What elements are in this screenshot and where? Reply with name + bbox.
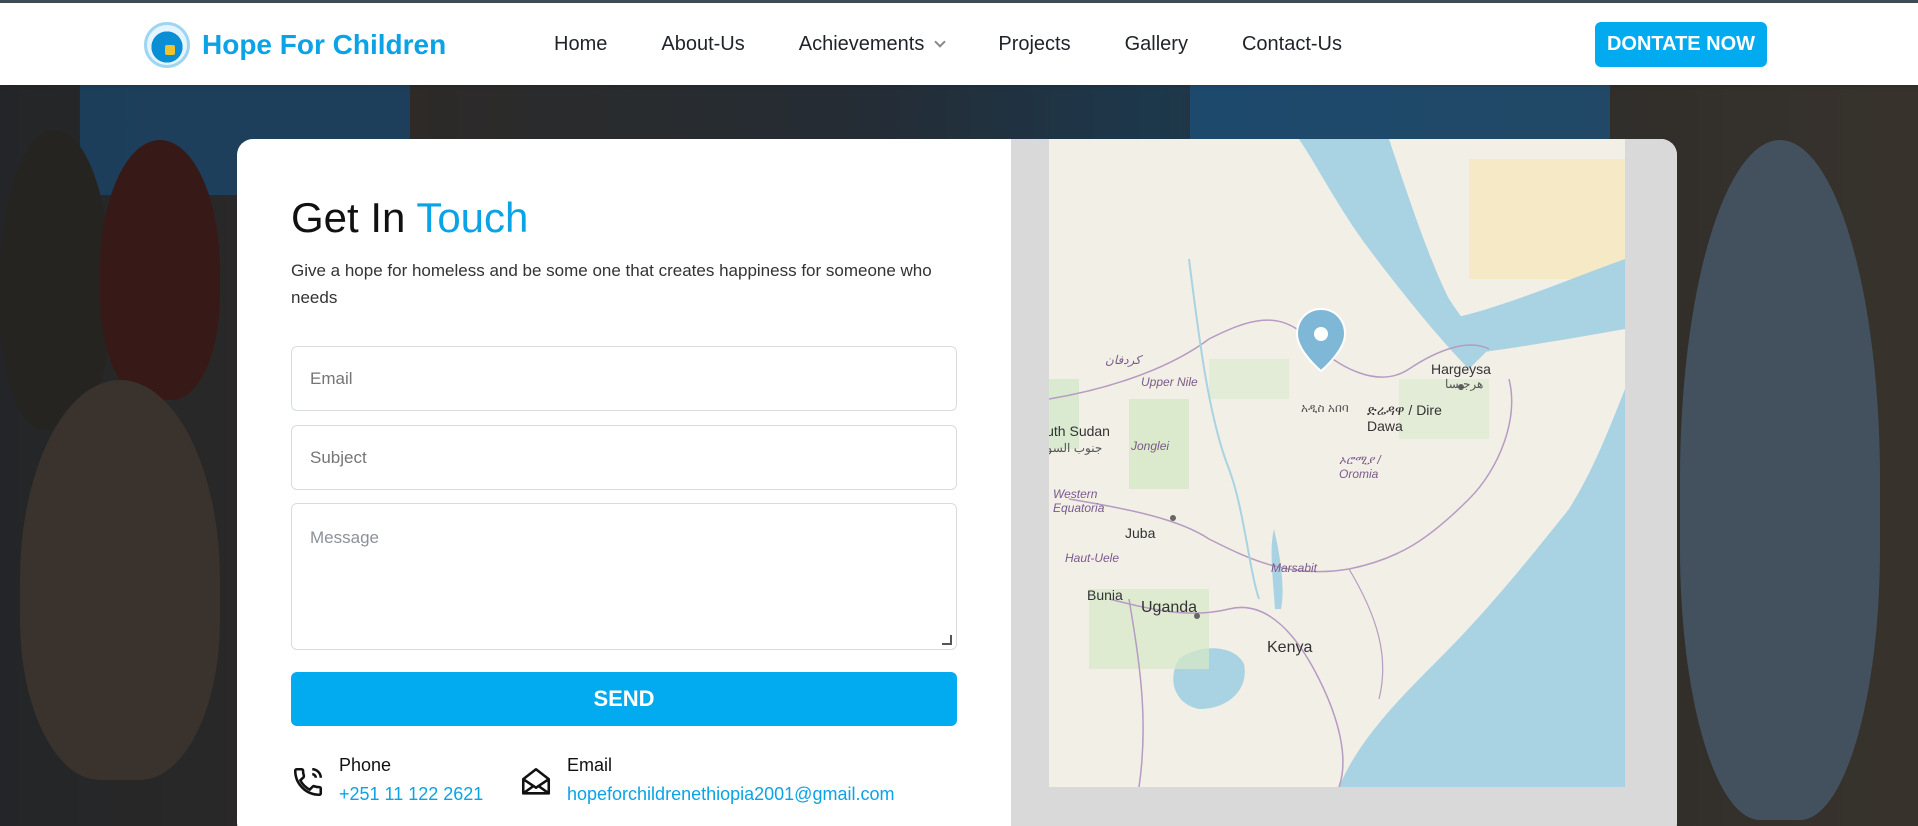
map-label: Kenya <box>1267 639 1313 656</box>
map-panel: Hargeysa هرجيسا ድሬዳዋ / Dire Dawa South S… <box>1011 139 1677 826</box>
nav-item-contact-us[interactable]: Contact-Us <box>1242 33 1342 56</box>
chevron-down-icon <box>934 36 947 48</box>
phone-icon <box>293 767 323 797</box>
map-label: Upper Nile <box>1141 375 1198 389</box>
phone-label: Phone <box>339 755 392 775</box>
send-button[interactable]: SEND <box>291 672 957 726</box>
map-label: Juba <box>1125 525 1156 541</box>
brand-logo[interactable]: Hope For Children <box>144 22 446 68</box>
resize-handle-icon[interactable] <box>942 635 952 645</box>
map-label: ኦሮሚያ / Oromia <box>1339 453 1381 481</box>
subject-field[interactable] <box>291 425 957 490</box>
form-subtitle: Give a hope for homeless and be some one… <box>291 261 932 307</box>
map-label: ድሬዳዋ / Dire Dawa <box>1367 402 1442 434</box>
map-label: አዲስ አበባ <box>1301 401 1349 415</box>
nav-item-about-us[interactable]: About-Us <box>661 33 744 56</box>
phone-link[interactable]: +251 11 122 2621 <box>339 784 483 805</box>
nav-item-achievements-label: Achievements <box>798 33 925 55</box>
donate-button[interactable]: DONTATE NOW <box>1595 22 1767 67</box>
nav-menu: Home About-Us Achievements Projects Gall… <box>554 33 1396 56</box>
location-map[interactable]: Hargeysa هرجيسا ድሬዳዋ / Dire Dawa South S… <box>1049 139 1625 787</box>
nav-item-gallery[interactable]: Gallery <box>1125 33 1188 56</box>
contact-form: Get In Touch Give a hope for homeless an… <box>237 139 1011 826</box>
message-field[interactable]: Message <box>291 503 957 650</box>
email-label: Email <box>567 755 613 775</box>
nav-item-home[interactable]: Home <box>554 33 607 56</box>
nav-item-achievements[interactable]: Achievements <box>798 33 947 56</box>
title-accent: Touch <box>416 194 529 241</box>
envelope-open-icon <box>521 767 551 795</box>
nav-item-projects[interactable]: Projects <box>998 33 1070 56</box>
map-label: Uganda <box>1141 599 1198 616</box>
map-graphic <box>1049 139 1625 787</box>
email-field[interactable] <box>291 346 957 411</box>
map-label: South Sudan <box>1049 423 1110 439</box>
navbar: Hope For Children Home About-Us Achievem… <box>0 3 1918 85</box>
map-label: هرجيسا <box>1445 377 1484 391</box>
page-title: Get In Touch <box>291 194 528 242</box>
map-label: Bunia <box>1087 587 1123 603</box>
contact-card: Get In Touch Give a hope for homeless an… <box>237 139 1677 826</box>
map-label: Haut-Uele <box>1065 551 1120 565</box>
map-label: جنوب السودان <box>1049 441 1103 455</box>
logo-icon <box>144 22 190 68</box>
message-placeholder: Message <box>310 528 379 547</box>
title-plain: Get In <box>291 194 406 241</box>
map-label: Hargeysa <box>1431 361 1491 377</box>
phone-contact: Phone +251 11 122 2621 <box>291 755 483 805</box>
email-link[interactable]: hopeforchildrenethiopia2001@gmail.com <box>567 784 894 805</box>
map-label: Western Equatoria <box>1053 487 1105 515</box>
map-label: كردفان <box>1105 353 1141 367</box>
map-label: Marsabit <box>1271 561 1318 575</box>
email-contact: Email hopeforchildrenethiopia2001@gmail.… <box>519 755 894 805</box>
brand-name: Hope For Children <box>202 29 447 60</box>
map-label: Jonglei <box>1131 439 1170 453</box>
